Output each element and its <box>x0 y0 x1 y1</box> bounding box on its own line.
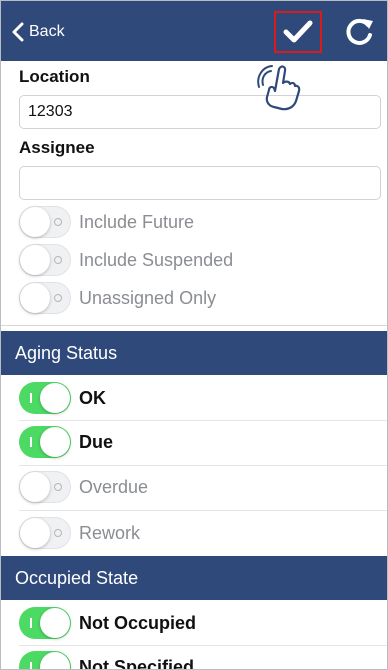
divider <box>1 325 387 326</box>
occupied-state-title: Occupied State <box>15 567 139 588</box>
toggle-row-not-occupied: Not Occupied <box>19 605 196 641</box>
aging-status-title: Aging Status <box>15 342 118 363</box>
toggle-row-not-specified: Not Specified <box>19 649 195 670</box>
back-button[interactable]: Back <box>11 19 65 45</box>
toggle-row-overdue: Overdue <box>19 469 148 505</box>
top-nav-bar: Back <box>1 1 387 61</box>
aging-status-header: Aging Status <box>1 331 387 375</box>
save-filters-button[interactable] <box>274 11 322 53</box>
row-divider <box>19 420 387 421</box>
back-label: Back <box>29 23 65 40</box>
assignee-field[interactable] <box>19 166 381 200</box>
location-label: Location <box>19 67 90 86</box>
overdue-toggle[interactable] <box>19 471 71 503</box>
location-value: 12303 <box>28 103 73 120</box>
rework-label: Rework <box>79 522 141 543</box>
refresh-icon <box>346 18 373 45</box>
unassigned-only-toggle[interactable] <box>19 282 71 314</box>
not-specified-toggle[interactable] <box>19 651 71 669</box>
due-toggle[interactable] <box>19 426 71 458</box>
assignee-label: Assignee <box>19 138 95 157</box>
ok-toggle[interactable] <box>19 382 71 414</box>
not-occupied-label: Not Occupied <box>79 612 197 633</box>
toggle-row-due: Due <box>19 424 113 460</box>
overdue-label: Overdue <box>79 476 149 497</box>
include-suspended-toggle[interactable] <box>19 244 71 276</box>
toggle-row-include-future: Include Future <box>19 204 194 240</box>
include-future-toggle[interactable] <box>19 206 71 238</box>
row-divider <box>19 510 387 511</box>
ok-label: OK <box>79 387 106 408</box>
include-future-label: Include Future <box>79 211 195 232</box>
include-suspended-label: Include Suspended <box>79 249 234 270</box>
row-divider <box>19 645 387 646</box>
toggle-row-rework: Rework <box>19 515 140 551</box>
checkmark-icon <box>283 20 313 43</box>
toggle-row-ok: OK <box>19 380 106 416</box>
location-field[interactable]: 12303 <box>19 95 381 129</box>
toggle-row-include-suspended: Include Suspended <box>19 242 233 278</box>
filter-screen: Back Location 12303 Assignee Include Fut… <box>0 0 388 670</box>
rework-toggle[interactable] <box>19 517 71 549</box>
due-label: Due <box>79 431 114 452</box>
occupied-state-header: Occupied State <box>1 556 387 600</box>
row-divider <box>19 465 387 466</box>
refresh-button[interactable] <box>343 15 377 49</box>
chevron-left-icon <box>12 22 24 42</box>
tap-hand-icon <box>257 65 301 111</box>
not-specified-label: Not Specified <box>79 656 195 670</box>
unassigned-only-label: Unassigned Only <box>79 287 217 308</box>
toggle-row-unassigned-only: Unassigned Only <box>19 280 216 316</box>
not-occupied-toggle[interactable] <box>19 607 71 639</box>
